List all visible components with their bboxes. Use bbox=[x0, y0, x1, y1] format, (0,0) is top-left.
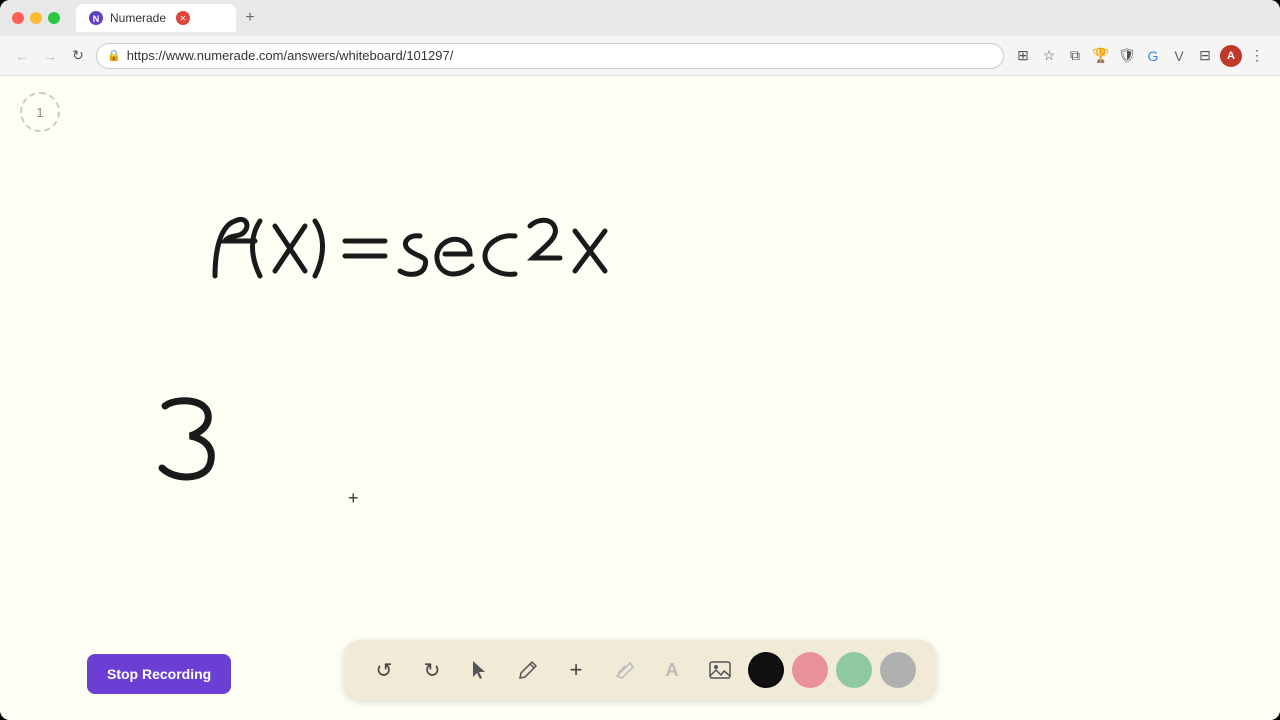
add-element-button[interactable]: + bbox=[556, 650, 596, 690]
equation-area bbox=[160, 196, 760, 321]
image-icon bbox=[708, 658, 732, 682]
v-icon[interactable]: V bbox=[1168, 45, 1190, 67]
color-black[interactable] bbox=[748, 652, 784, 688]
cursor-icon bbox=[469, 659, 491, 681]
url-text: https://www.numerade.com/answers/whitebo… bbox=[127, 48, 454, 63]
svg-text:N: N bbox=[93, 14, 100, 24]
extensions-icon[interactable]: ⧉ bbox=[1064, 45, 1086, 67]
color-green[interactable] bbox=[836, 652, 872, 688]
profile-button[interactable]: A bbox=[1220, 45, 1242, 67]
color-gray[interactable] bbox=[880, 652, 916, 688]
url-bar[interactable]: 🔒 https://www.numerade.com/answers/white… bbox=[96, 43, 1004, 69]
color-pink[interactable] bbox=[792, 652, 828, 688]
undo-icon: ↺ bbox=[376, 658, 393, 683]
active-tab[interactable]: N Numerade ✕ bbox=[76, 4, 236, 32]
tab-close-button[interactable]: ✕ bbox=[176, 11, 190, 25]
maximize-button[interactable] bbox=[48, 12, 60, 24]
whiteboard[interactable]: 1 bbox=[0, 76, 1280, 720]
drawing-toolbar: ↺ ↻ + bbox=[344, 640, 936, 700]
number-three-svg bbox=[150, 386, 230, 486]
forward-button[interactable]: → bbox=[40, 46, 60, 66]
monitor-icon[interactable]: ⊟ bbox=[1194, 45, 1216, 67]
menu-button[interactable]: ⋮ bbox=[1246, 45, 1268, 67]
new-tab-button[interactable]: + bbox=[240, 8, 260, 28]
shield-icon[interactable]: 🛡 bbox=[1116, 45, 1138, 67]
star-icon[interactable]: ☆ bbox=[1038, 45, 1060, 67]
stop-recording-button[interactable]: Stop Recording bbox=[87, 654, 231, 694]
browser-toolbar-icons: ⊞ ☆ ⧉ 🏆 🛡 G V ⊟ A ⋮ bbox=[1012, 45, 1268, 67]
eraser-icon bbox=[613, 659, 635, 681]
back-icon: ← bbox=[15, 48, 29, 64]
number-three bbox=[150, 386, 230, 506]
back-button[interactable]: ← bbox=[12, 46, 32, 66]
tab-favicon: N bbox=[88, 10, 104, 26]
close-button[interactable] bbox=[12, 12, 24, 24]
minimize-button[interactable] bbox=[30, 12, 42, 24]
traffic-lights bbox=[12, 12, 60, 24]
text-tool-button[interactable]: A bbox=[652, 650, 692, 690]
google-icon[interactable]: G bbox=[1142, 45, 1164, 67]
bookmark-bar-icon[interactable]: ⊞ bbox=[1012, 45, 1034, 67]
select-tool-button[interactable] bbox=[460, 650, 500, 690]
tab-title: Numerade bbox=[110, 11, 166, 25]
image-tool-button[interactable] bbox=[700, 650, 740, 690]
pen-tool-button[interactable] bbox=[508, 650, 548, 690]
refresh-icon: ↻ bbox=[72, 47, 84, 64]
page-number: 1 bbox=[36, 105, 43, 120]
browser-window: N Numerade ✕ + ← → ↻ 🔒 https://www.numer… bbox=[0, 0, 1280, 720]
redo-icon: ↻ bbox=[424, 658, 441, 683]
refresh-button[interactable]: ↻ bbox=[68, 46, 88, 66]
undo-button[interactable]: ↺ bbox=[364, 650, 404, 690]
tab-bar: N Numerade ✕ + bbox=[76, 4, 1268, 32]
title-bar: N Numerade ✕ + bbox=[0, 0, 1280, 36]
page-indicator: 1 bbox=[20, 92, 60, 132]
text-icon: A bbox=[666, 660, 679, 681]
pen-icon bbox=[517, 659, 539, 681]
add-icon: + bbox=[570, 657, 583, 683]
address-bar: ← → ↻ 🔒 https://www.numerade.com/answers… bbox=[0, 36, 1280, 76]
redo-button[interactable]: ↻ bbox=[412, 650, 452, 690]
equation-svg bbox=[160, 196, 760, 316]
cursor: + bbox=[348, 488, 359, 509]
forward-icon: → bbox=[43, 48, 57, 64]
eraser-tool-button[interactable] bbox=[604, 650, 644, 690]
lock-icon: 🔒 bbox=[107, 49, 121, 62]
trophy-icon[interactable]: 🏆 bbox=[1090, 45, 1112, 67]
